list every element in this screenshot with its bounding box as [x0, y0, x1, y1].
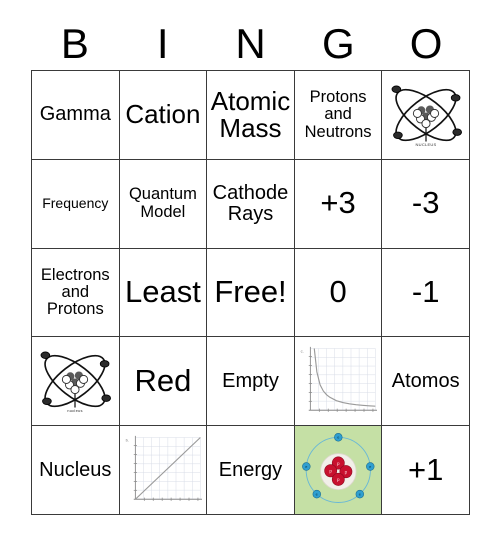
cell-inverse-curve-graph[interactable]: c.: [294, 337, 383, 427]
cell-atom-diagram-1[interactable]: NUCLEUS: [382, 71, 470, 160]
cell-protons-and-neutrons-label: Protons and Neutrons: [304, 87, 372, 141]
inverse-curve-graph-image: c.: [297, 342, 379, 421]
cell-nucleus-label: Nucleus: [39, 458, 112, 481]
svg-text:NUCLEUS: NUCLEUS: [415, 142, 436, 147]
cell-zero[interactable]: 0: [294, 248, 383, 338]
svg-text:e: e: [359, 492, 361, 497]
cell-least[interactable]: Least: [119, 248, 208, 338]
atom-diagram-icon: nucleus: [40, 351, 112, 413]
bingo-header-letter-b: B: [60, 20, 89, 67]
bingo-header: BINGO: [31, 18, 470, 70]
cell-cathode-rays-label: Cathode Rays: [212, 181, 289, 225]
svg-text:c.: c.: [301, 349, 304, 354]
cell-cation-label: Cation: [125, 99, 201, 130]
cell-cathode-rays[interactable]: Cathode Rays: [207, 159, 295, 249]
svg-text:e: e: [337, 435, 339, 440]
svg-text:b.: b.: [126, 438, 129, 443]
cell-zero-label: 0: [329, 274, 347, 310]
svg-text:p: p: [344, 469, 347, 474]
cell-minus-3-label: -3: [411, 185, 440, 221]
cell-plus-3[interactable]: +3: [294, 159, 383, 249]
bingo-header-letter-i: I: [156, 20, 169, 67]
cell-atomic-mass[interactable]: Atomic Mass: [207, 71, 295, 160]
cell-gamma-label: Gamma: [39, 103, 111, 126]
cell-empty[interactable]: Empty: [207, 337, 295, 427]
bingo-card: B I N G O Gamma Cation Atomic Mass Protons and …: [0, 0, 500, 544]
cell-electrons-and-protons[interactable]: Electrons and Protons: [32, 248, 120, 338]
cell-minus-1-label: -1: [411, 274, 440, 310]
svg-text:e: e: [369, 464, 371, 469]
cell-nucleus[interactable]: Nucleus: [32, 426, 120, 515]
linear-graph-image: b.: [122, 431, 204, 510]
bingo-header-letter-o: O: [409, 20, 443, 67]
cell-minus-3[interactable]: -3: [382, 159, 470, 249]
cell-minus-1[interactable]: -1: [382, 248, 470, 338]
cell-free-space-label: Free!: [214, 274, 287, 310]
bohr-atom-model-image: pp ppee ee e: [295, 427, 381, 513]
cell-atom-diagram-2[interactable]: nucleus: [32, 337, 120, 427]
atom-diagram-icon: NUCLEUS: [391, 85, 462, 147]
bingo-header-letter-n: N: [235, 20, 266, 67]
cell-atomos-label: Atomos: [391, 369, 460, 392]
bingo-header-letter-g: G: [321, 20, 355, 67]
svg-text:nucleus: nucleus: [68, 408, 84, 413]
cell-plus-3-label: +3: [320, 185, 356, 221]
cell-energy-label: Energy: [218, 458, 283, 481]
svg-text:e: e: [305, 464, 307, 469]
cell-frequency[interactable]: Frequency: [32, 159, 120, 249]
cell-red-label: Red: [134, 363, 192, 399]
svg-text:p: p: [337, 477, 340, 482]
cell-quantum-model[interactable]: Quantum Model: [119, 159, 208, 249]
cell-gamma[interactable]: Gamma: [32, 71, 120, 160]
cell-energy[interactable]: Energy: [207, 426, 295, 515]
cell-red[interactable]: Red: [119, 337, 208, 427]
svg-text:e: e: [315, 492, 317, 497]
cell-protons-and-neutrons[interactable]: Protons and Neutrons: [294, 71, 383, 160]
cell-linear-graph[interactable]: b.: [119, 426, 208, 515]
svg-text:p: p: [329, 469, 332, 474]
cell-quantum-model-label: Quantum Model: [128, 185, 197, 221]
cell-empty-label: Empty: [222, 369, 279, 392]
cell-least-label: Least: [124, 274, 201, 310]
cell-atomic-mass-label: Atomic Mass: [210, 85, 291, 143]
cell-atomos[interactable]: Atomos: [382, 337, 470, 427]
cell-electrons-and-protons-label: Electrons and Protons: [40, 265, 110, 319]
cell-cation[interactable]: Cation: [119, 71, 208, 160]
cell-bohr-model[interactable]: ppppeeeee: [294, 426, 383, 515]
cell-frequency-label: Frequency: [42, 195, 109, 212]
bingo-grid: Gamma Cation Atomic Mass Protons and Neutro…: [31, 70, 470, 515]
cell-free-space[interactable]: Free!: [207, 248, 295, 338]
cell-plus-1[interactable]: +1: [382, 426, 470, 515]
cell-plus-1-label: +1: [408, 451, 444, 487]
svg-text:p: p: [337, 461, 340, 466]
